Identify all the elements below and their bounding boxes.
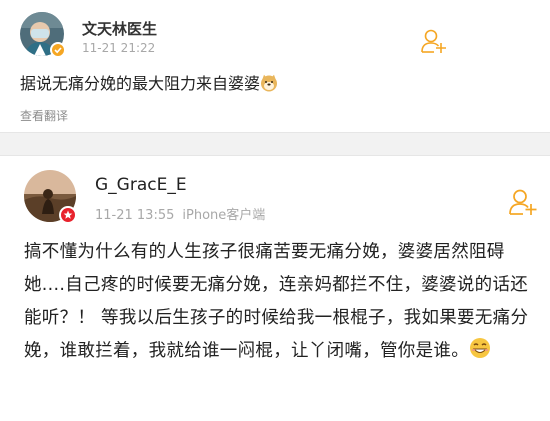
grin-face-icon [469,337,491,371]
follow-button[interactable] [420,28,448,54]
post-text-content: 据说无痛分娩的最大阻力来自婆婆 [20,74,261,93]
post-meta: 11-21 13:55 iPhone客户端 [95,204,265,223]
follow-button[interactable] [508,188,538,216]
verified-badge-icon [59,206,77,224]
post-source: iPhone客户端 [182,208,266,223]
timestamp: 11-21 13:55 [95,208,175,223]
post-card-2: G_GracE_E 11-21 13:55 iPhone客户端 搞不懂为什么有的人… [0,155,550,421]
timestamp: 11-21 21:22 [82,41,156,55]
post-text-content: 搞不懂为什么有的人生孩子很痛苦要无痛分娩，婆婆居然阻碍她....自己疼的时候要无… [24,242,529,361]
verified-badge-icon [50,42,66,58]
translate-link[interactable]: 查看翻译 [20,107,68,124]
doge-face-icon [260,74,278,99]
post-text: 搞不懂为什么有的人生孩子很痛苦要无痛分娩，婆婆居然阻碍她....自己疼的时候要无… [24,236,530,371]
post-text: 据说无痛分娩的最大阻力来自婆婆 [20,72,278,99]
username[interactable]: G_GracE_E [95,175,187,195]
add-user-icon [509,189,537,215]
post-card-1: 文天林医生 11-21 21:22 据说无痛分娩的最大阻力来自婆婆 查看翻译 [0,0,550,133]
username[interactable]: 文天林医生 [82,18,157,39]
post-meta: 11-21 21:22 [82,41,155,55]
add-user-icon [421,29,446,53]
weibo-page: 文天林医生 11-21 21:22 据说无痛分娩的最大阻力来自婆婆 查看翻译 G… [0,0,550,421]
